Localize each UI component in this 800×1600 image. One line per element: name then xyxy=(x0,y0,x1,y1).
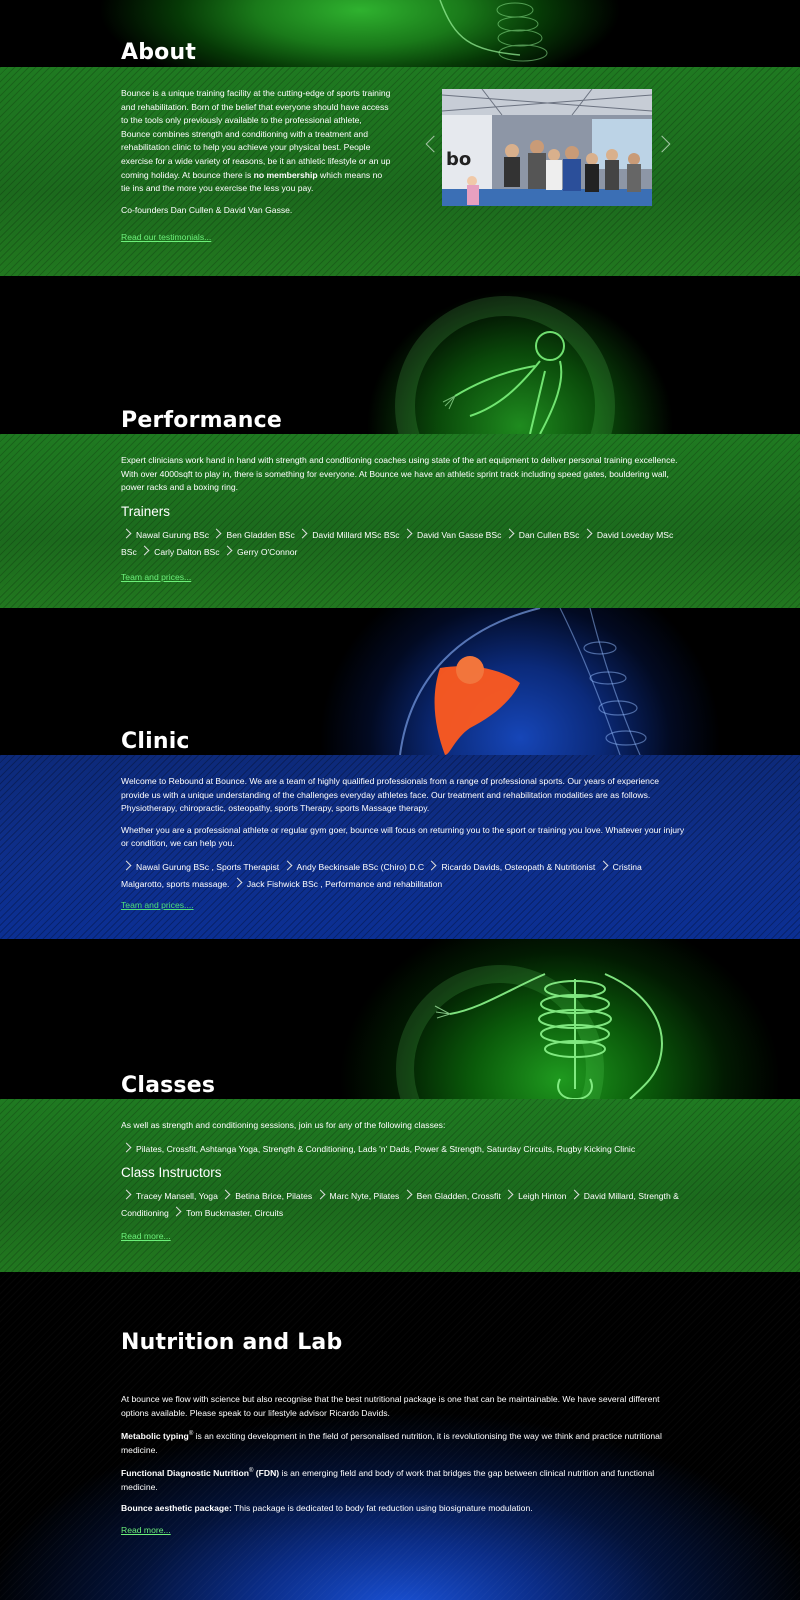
nutrition-title: Nutrition and Lab xyxy=(121,1330,343,1355)
performance-content: Expert clinicians work hand in hand with… xyxy=(121,454,681,584)
list-item: Carly Dalton BSc xyxy=(139,545,220,557)
chevron-right-icon xyxy=(121,860,132,871)
trainers-heading: Trainers xyxy=(121,503,171,519)
list-item: Marc Nyte, Pilates xyxy=(315,1189,399,1201)
about-title: About xyxy=(121,40,197,65)
clinic-hero xyxy=(0,608,800,755)
gym-photo: bo xyxy=(442,89,652,206)
list-item: Nawal Gurung BSc xyxy=(121,528,209,540)
fdn-text: Functional Diagnostic Nutrition® (FDN) i… xyxy=(121,1468,655,1492)
chevron-right-icon xyxy=(282,860,292,871)
list-item: Leigh Hinton xyxy=(503,1189,566,1201)
shoulder-skeleton-icon xyxy=(399,608,647,755)
about-content: Bounce is a unique training facility at … xyxy=(121,87,393,245)
class-instructors-heading: Class Instructors xyxy=(121,1164,222,1180)
chevron-right-icon xyxy=(121,528,132,539)
classes-hero xyxy=(0,939,800,1099)
classes-content: As well as strength and conditioning ses… xyxy=(121,1119,681,1243)
chevron-right-icon xyxy=(427,860,437,871)
classes-intro: As well as strength and conditioning ses… xyxy=(121,1120,446,1130)
chevron-right-icon xyxy=(598,860,609,871)
aesthetic-package-text: Bounce aesthetic package: This package i… xyxy=(121,1503,533,1514)
about-band xyxy=(0,67,800,276)
list-item: Tom Buckmaster, Circuits xyxy=(171,1206,283,1218)
about-body: Bounce is a unique training facility at … xyxy=(121,88,391,194)
list-item: Betina Brice, Pilates xyxy=(220,1189,312,1201)
chevron-right-icon xyxy=(503,1189,514,1200)
chevron-right-icon xyxy=(504,528,515,539)
instructors-list: Tracey Mansell, Yoga Betina Brice, Pilat… xyxy=(121,1188,681,1222)
performance-team-link[interactable]: Team and prices... xyxy=(121,571,191,585)
chevron-right-icon xyxy=(121,1189,132,1200)
chevron-right-icon xyxy=(582,528,593,539)
list-item: Nawal Gurung BSc , Sports Therapist xyxy=(121,860,279,872)
skeleton-torso-icon xyxy=(396,965,663,1099)
runner-skeleton-icon xyxy=(395,296,615,434)
chevron-right-icon xyxy=(212,528,222,539)
clinic-staff-list: Nawal Gurung BSc , Sports Therapist Andy… xyxy=(121,859,686,893)
list-item: Andy Beckinsale BSc (Chiro) D.C xyxy=(282,860,424,872)
nutrition-intro: At bounce we flow with science but also … xyxy=(121,1394,660,1418)
list-item: Gerry O'Connor xyxy=(222,545,297,557)
chevron-right-icon xyxy=(139,545,150,556)
performance-title: Performance xyxy=(121,408,283,433)
nutrition-read-more-link[interactable]: Read more... xyxy=(121,1524,171,1538)
list-item: Pilates, Crossfit, Ashtanga Yoga, Streng… xyxy=(121,1142,635,1154)
list-item: Dan Cullen BSc xyxy=(504,528,579,540)
testimonials-link[interactable]: Read our testimonials... xyxy=(121,231,211,245)
performance-hero xyxy=(0,276,800,434)
chevron-right-icon xyxy=(222,545,233,556)
list-item: Ben Gladden BSc xyxy=(211,528,295,540)
classes-title: Classes xyxy=(121,1073,216,1098)
performance-body: Expert clinicians work hand in hand with… xyxy=(121,455,678,493)
chevron-right-icon xyxy=(402,1189,413,1200)
trainers-list: Nawal Gurung BSc Ben Gladden BSc David M… xyxy=(121,527,681,561)
chevron-right-icon xyxy=(121,1142,132,1153)
spine-art-icon xyxy=(439,0,548,62)
list-item: Ben Gladden, Crossfit xyxy=(402,1189,501,1201)
list-item: Tracey Mansell, Yoga xyxy=(121,1189,218,1201)
chevron-right-icon xyxy=(297,528,308,539)
clinic-content: Welcome to Rebound at Bounce. We are a t… xyxy=(121,775,686,913)
list-item: David Van Gasse BSc xyxy=(402,528,501,540)
list-item: Jack Fishwick BSc , Performance and reha… xyxy=(232,877,442,889)
classes-read-more-link[interactable]: Read more... xyxy=(121,1230,171,1244)
clinic-body-1: Welcome to Rebound at Bounce. We are a t… xyxy=(121,776,660,814)
chevron-right-icon xyxy=(232,877,243,888)
about-founders: Co-founders Dan Cullen & David Van Gasse… xyxy=(121,204,293,215)
clinic-title: Clinic xyxy=(121,729,190,754)
list-item: Ricardo Davids, Osteopath & Nutritionist xyxy=(426,860,595,872)
chevron-right-icon xyxy=(315,1189,325,1200)
clinic-team-link[interactable]: Team and prices.... xyxy=(121,899,194,913)
about-hero xyxy=(0,0,800,67)
list-item: David Millard MSc BSc xyxy=(297,528,400,540)
chevron-right-icon xyxy=(569,1189,580,1200)
svg-text:bo: bo xyxy=(446,149,471,170)
nutrition-content: At bounce we flow with science but also … xyxy=(121,1393,681,1537)
chevron-right-icon xyxy=(402,528,413,539)
metabolic-typing-text: Metabolic typing® is an exciting develop… xyxy=(121,1431,662,1455)
chevron-right-icon xyxy=(220,1189,231,1200)
chevron-right-icon xyxy=(171,1206,182,1217)
clinic-body-2: Whether you are a professional athlete o… xyxy=(121,824,685,849)
classes-list: Pilates, Crossfit, Ashtanga Yoga, Streng… xyxy=(121,1141,681,1158)
